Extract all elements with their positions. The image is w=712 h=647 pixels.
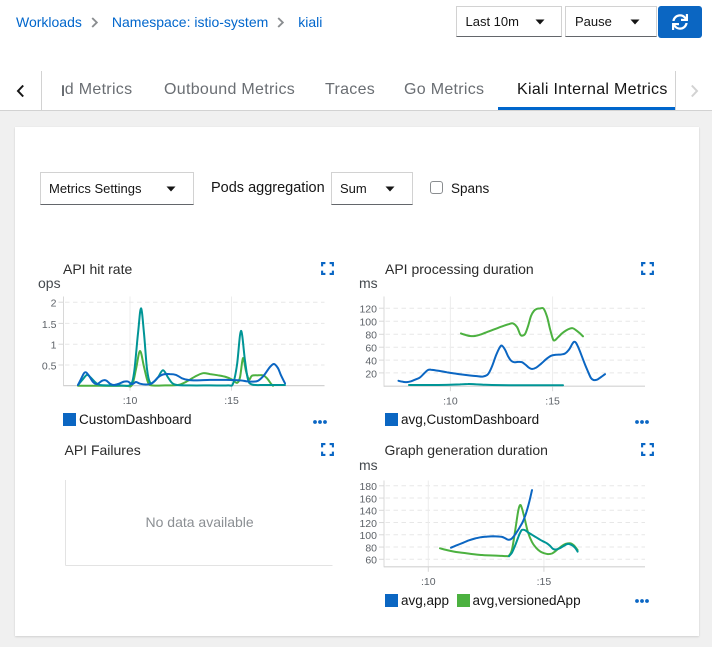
svg-text:80: 80 — [365, 330, 377, 342]
svg-text:180: 180 — [359, 481, 377, 493]
svg-text::10: :10 — [421, 576, 436, 588]
svg-text:1: 1 — [51, 340, 57, 352]
svg-text:1.5: 1.5 — [42, 319, 57, 331]
svg-text:80: 80 — [365, 542, 377, 554]
svg-text::10: :10 — [443, 396, 458, 408]
svg-text:2: 2 — [51, 298, 57, 310]
svg-text:20: 20 — [365, 368, 377, 380]
svg-text:120: 120 — [359, 518, 377, 530]
svg-text:100: 100 — [359, 317, 377, 329]
svg-text:60: 60 — [365, 343, 377, 355]
svg-text:0.5: 0.5 — [42, 360, 57, 372]
svg-text:40: 40 — [365, 356, 377, 368]
svg-text:100: 100 — [359, 530, 377, 542]
svg-text:160: 160 — [359, 493, 377, 505]
svg-text::15: :15 — [545, 396, 560, 408]
svg-text:120: 120 — [359, 304, 377, 316]
svg-text::15: :15 — [537, 576, 552, 588]
svg-text:140: 140 — [359, 506, 377, 518]
svg-text:60: 60 — [365, 555, 377, 567]
svg-text::15: :15 — [224, 395, 239, 407]
svg-text::10: :10 — [123, 395, 138, 407]
